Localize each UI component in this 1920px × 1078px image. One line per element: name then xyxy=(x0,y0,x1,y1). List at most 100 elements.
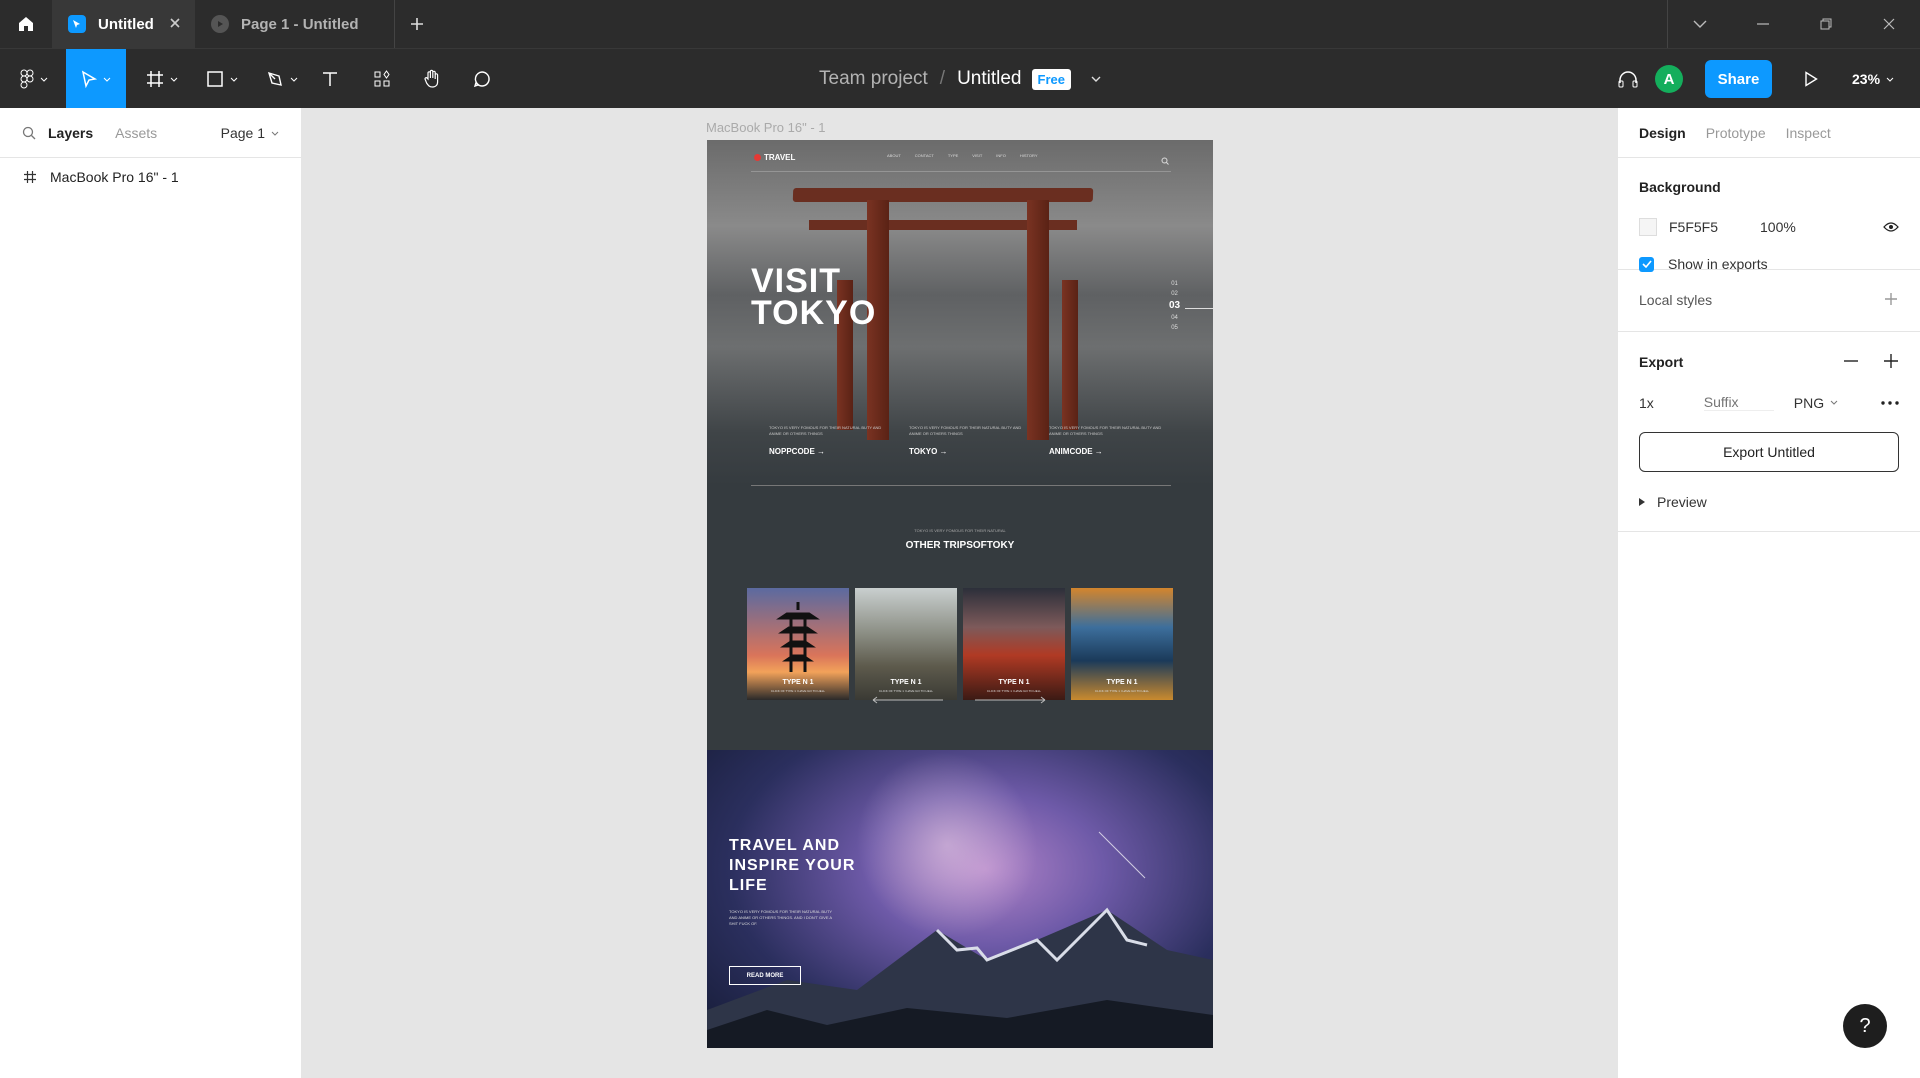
chevron-down-icon xyxy=(290,77,298,82)
search-icon[interactable] xyxy=(22,126,36,140)
column-head: TOKYO → xyxy=(909,447,948,456)
close-tab-icon[interactable] xyxy=(169,16,181,33)
frame-label[interactable]: MacBook Pro 16" - 1 xyxy=(706,120,826,135)
frame-hash-icon xyxy=(24,171,36,183)
eye-icon[interactable] xyxy=(1883,222,1899,232)
chevron-down-icon[interactable] xyxy=(1091,76,1101,82)
card-subtitle: CLICK OF TYPE 1 I HAVE GO TO HELL xyxy=(1094,689,1150,693)
move-tool-button[interactable] xyxy=(66,49,126,109)
tab-untitled[interactable]: Untitled xyxy=(52,0,195,48)
plus-icon[interactable] xyxy=(1884,354,1898,368)
resources-tool-button[interactable] xyxy=(366,49,398,109)
pen-tool-button[interactable] xyxy=(260,49,304,109)
new-tab-button[interactable] xyxy=(395,0,439,48)
export-button[interactable]: Export Untitled xyxy=(1639,432,1899,472)
preview-label: Preview xyxy=(1657,494,1707,510)
hero-column: TOKYO IS VERY FOMOUS FOR THEIR NATURAL B… xyxy=(909,425,1029,456)
bottom-title: TRAVEL AND INSPIRE YOUR LIFE xyxy=(729,836,855,896)
logo-dot-icon xyxy=(754,154,761,161)
plan-badge: Free xyxy=(1031,68,1071,90)
team-project-link[interactable]: Team project xyxy=(819,68,928,90)
audio-button[interactable] xyxy=(1610,49,1646,109)
slide-number: 04 xyxy=(1171,315,1178,321)
cursor-arrow-icon xyxy=(81,70,97,88)
page-selector[interactable]: Page 1 xyxy=(221,125,279,141)
tab-inspect[interactable]: Inspect xyxy=(1786,125,1831,141)
minimize-button[interactable] xyxy=(1731,0,1794,48)
chevron-down-icon xyxy=(40,77,48,82)
close-window-button[interactable] xyxy=(1857,0,1920,48)
arrow-right-icon xyxy=(975,696,1046,704)
tab-label: Untitled xyxy=(98,15,154,33)
export-suffix-input[interactable] xyxy=(1703,394,1774,411)
home-button[interactable] xyxy=(0,0,52,48)
hero-image: TRAVEL ABOUT CONTACT TYPE VISIT INFO HIS… xyxy=(707,140,1213,485)
chevron-down-icon xyxy=(230,77,238,82)
frame-tool-button[interactable] xyxy=(140,49,184,109)
tab-assets[interactable]: Assets xyxy=(115,125,157,141)
text-tool-button[interactable] xyxy=(314,49,346,109)
background-hex[interactable]: F5F5F5 xyxy=(1669,219,1718,235)
trip-card: TYPE N 1 CLICK OF TYPE 1 I HAVE GO TO HE… xyxy=(747,588,849,700)
prototype-play-icon xyxy=(211,15,229,33)
column-head: NOPPCODE → xyxy=(769,447,826,456)
export-format[interactable]: PNG xyxy=(1794,395,1824,411)
section-subtitle: TOKYO IS VERY FOMOUS FOR THEIR NATURAL xyxy=(914,528,1006,533)
chevron-down-icon[interactable] xyxy=(1830,400,1838,405)
preview-toggle[interactable]: Preview xyxy=(1639,494,1707,510)
section-divider xyxy=(751,485,1171,486)
tab-design[interactable]: Design xyxy=(1639,125,1686,141)
comment-tool-button[interactable] xyxy=(466,49,498,109)
background-section: Background F5F5F5 100% Show in exports xyxy=(1618,158,1920,272)
present-button[interactable] xyxy=(1796,49,1826,109)
site-nav: ABOUT CONTACT TYPE VISIT INFO HISTORY xyxy=(887,153,1038,158)
plus-icon xyxy=(411,18,423,30)
restore-button[interactable] xyxy=(1794,0,1857,48)
tab-label: Page 1 - Untitled xyxy=(241,15,359,33)
export-settings-row: 1x PNG xyxy=(1639,394,1899,411)
card-subtitle: CLICK OF TYPE 1 I HAVE GO TO HELL xyxy=(770,689,826,693)
hand-tool-button[interactable] xyxy=(416,49,448,109)
zoom-dropdown[interactable]: 23% xyxy=(1852,49,1894,109)
local-styles-section: Local styles xyxy=(1618,270,1920,332)
card-title: TYPE N 1 xyxy=(782,679,814,686)
file-name[interactable]: Untitled xyxy=(957,68,1021,90)
macbook-frame[interactable]: TRAVEL ABOUT CONTACT TYPE VISIT INFO HIS… xyxy=(707,140,1213,1048)
tab-prototype[interactable]: Prototype xyxy=(1706,125,1766,141)
slide-number: 01 xyxy=(1171,281,1178,287)
play-icon xyxy=(1805,71,1818,87)
user-avatar[interactable]: A xyxy=(1655,65,1683,93)
torii-pillar-shape xyxy=(1027,200,1049,440)
more-options-icon[interactable] xyxy=(1881,400,1899,405)
shape-tool-button[interactable] xyxy=(200,49,244,109)
comment-bubble-icon xyxy=(473,71,490,88)
rectangle-icon xyxy=(207,71,223,87)
tabs-dropdown-button[interactable] xyxy=(1668,0,1731,48)
background-opacity[interactable]: 100% xyxy=(1760,219,1796,235)
right-panel: Design Prototype Inspect Background F5F5… xyxy=(1617,108,1920,1078)
text-icon xyxy=(323,72,337,86)
bottom-title-line: LIFE xyxy=(729,877,768,894)
nav-underline xyxy=(751,171,1171,172)
minus-icon[interactable] xyxy=(1844,360,1858,362)
carousel-arrows xyxy=(872,696,1046,704)
section-title: OTHER TRIPSOFTOKY xyxy=(905,540,1015,551)
export-scale[interactable]: 1x xyxy=(1639,395,1654,411)
plus-icon[interactable] xyxy=(1884,292,1898,306)
bottom-title-line: INSPIRE YOUR xyxy=(729,857,856,874)
help-button[interactable]: ? xyxy=(1843,1004,1887,1048)
share-button[interactable]: Share xyxy=(1705,60,1772,98)
main-menu-button[interactable] xyxy=(14,49,54,109)
nav-link: TYPE xyxy=(947,153,959,158)
column-head: ANIMCODE → xyxy=(1049,447,1103,456)
chevron-down-icon xyxy=(1886,77,1894,82)
layer-name: MacBook Pro 16" - 1 xyxy=(50,169,179,185)
canvas[interactable]: MacBook Pro 16" - 1 TRAVEL ABOUT CONTACT… xyxy=(302,108,1617,1078)
background-swatch[interactable] xyxy=(1639,218,1657,236)
tab-page-1-untitled[interactable]: Page 1 - Untitled xyxy=(195,0,395,48)
column-desc: TOKYO IS VERY FOMOUS FOR THEIR NATURAL B… xyxy=(769,425,882,436)
left-panel-tabs: Layers Assets Page 1 xyxy=(0,108,301,158)
tab-layers[interactable]: Layers xyxy=(48,125,93,141)
layer-row[interactable]: MacBook Pro 16" - 1 xyxy=(0,158,301,196)
hand-icon xyxy=(424,69,439,88)
